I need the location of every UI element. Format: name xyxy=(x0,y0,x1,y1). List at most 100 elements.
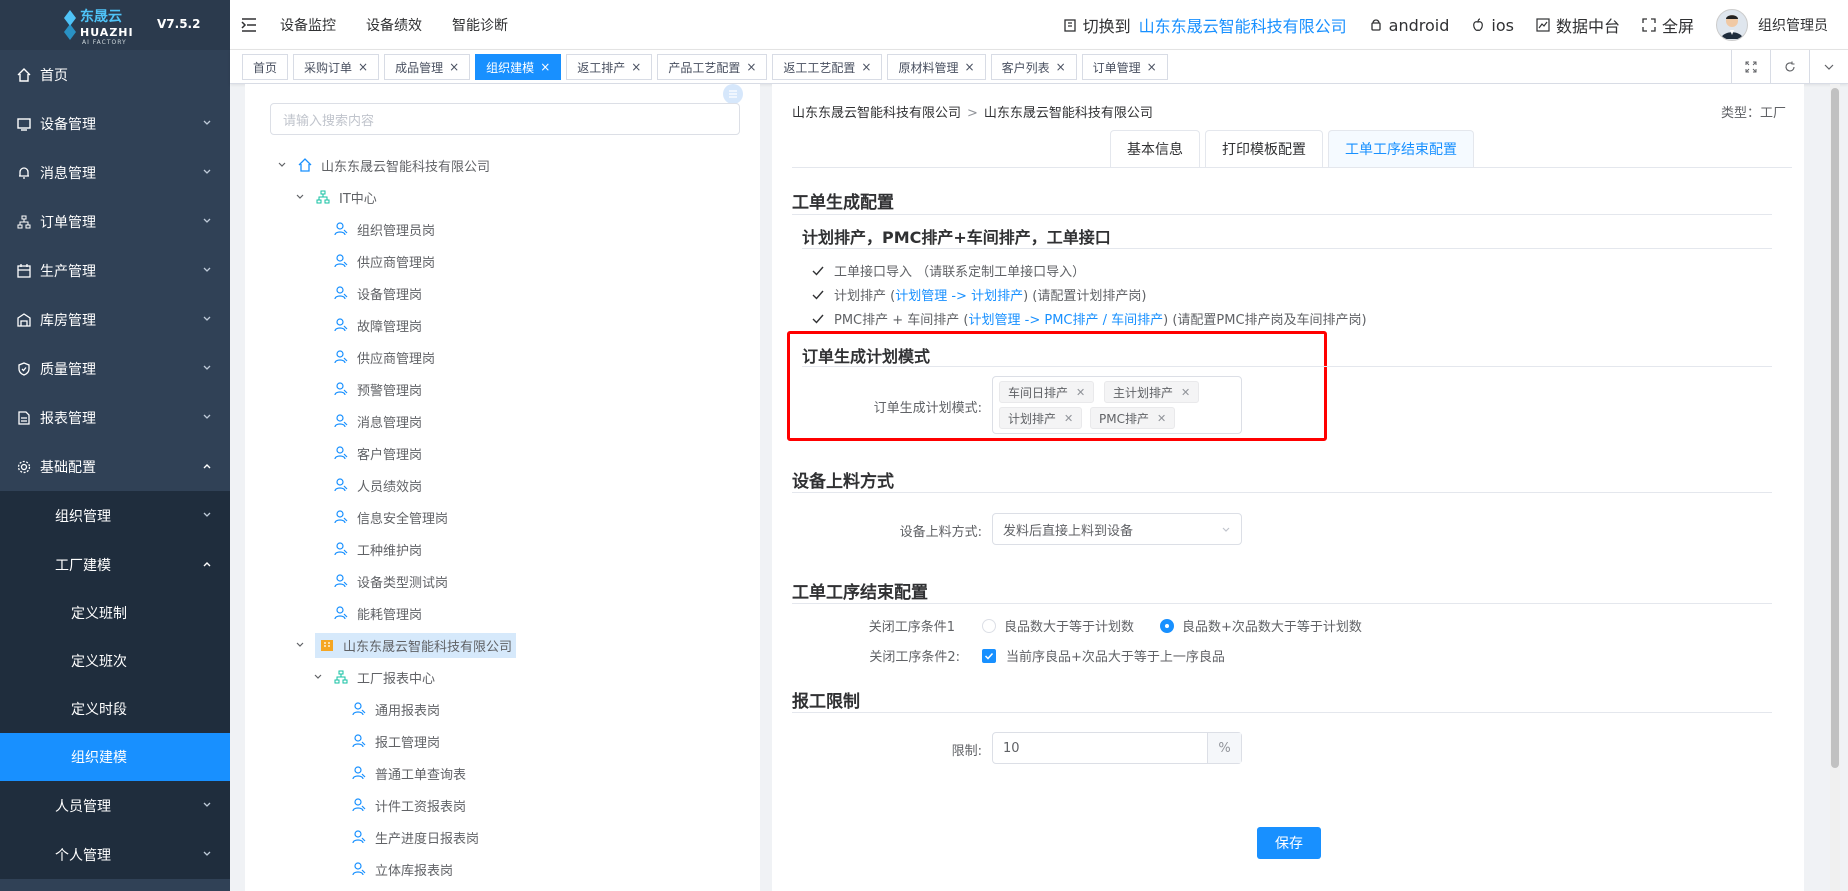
topnav-smart-diagnosis[interactable]: 智能诊断 xyxy=(452,15,508,35)
caret-down-icon[interactable] xyxy=(295,640,305,650)
tab-rework-schedule[interactable]: 返工排产 × xyxy=(566,54,653,80)
tab-more-button[interactable] xyxy=(1809,50,1848,84)
tree-node-position[interactable]: 客户管理岗 xyxy=(245,437,752,469)
scrollbar-thumb[interactable] xyxy=(1831,88,1839,768)
tree-node-position[interactable]: 设备类型测试岗 xyxy=(245,565,752,597)
close-icon[interactable]: ✕ xyxy=(1157,412,1166,425)
breadcrumb-item[interactable]: 山东东晟云智能科技有限公司 xyxy=(792,106,961,121)
sidebar-item-home[interactable]: 首页 xyxy=(0,50,230,99)
plan-mode-multiselect[interactable]: 车间日排产 ✕ 主计划排产 ✕ 计划排产 ✕ PMC排产 ✕ xyxy=(992,376,1242,434)
tree-node-report-center[interactable]: 工厂报表中心 xyxy=(245,661,752,693)
current-company[interactable]: 山东东晟云智能科技有限公司 xyxy=(1139,13,1347,37)
close-icon[interactable]: × xyxy=(358,60,368,74)
tab-home[interactable]: 首页 xyxy=(242,54,289,80)
sidebar-item-people[interactable]: 人员管理 xyxy=(0,781,230,830)
sidebar-item-shift-system[interactable]: 定义班制 xyxy=(0,589,230,637)
tree-node-position[interactable]: 消息管理岗 xyxy=(245,405,752,437)
android-link[interactable]: android xyxy=(1369,16,1449,35)
save-button[interactable]: 保存 xyxy=(1257,827,1321,859)
sidebar-item-factory-modeling[interactable]: 工厂建模 xyxy=(0,540,230,589)
plan-schedule-link[interactable]: 计划管理 -> 计划排产 xyxy=(895,285,1023,304)
radio-good-defect-ge-plan[interactable]: 良品数+次品数大于等于计划数 xyxy=(1160,616,1362,635)
tree-search-input[interactable]: 请输入搜索内容 xyxy=(270,103,740,135)
ios-link[interactable]: ios xyxy=(1471,16,1514,35)
caret-down-icon[interactable] xyxy=(295,192,305,202)
tree-node-position[interactable]: 普通工单查询表 xyxy=(245,757,752,789)
checkbox[interactable] xyxy=(982,648,996,663)
tab-purchase-order[interactable]: 采购订单 × xyxy=(293,54,380,80)
close-icon[interactable]: × xyxy=(1147,60,1157,74)
sidebar-item-warehouse[interactable]: 库房管理 xyxy=(0,295,230,344)
sidebar-item-time-period[interactable]: 定义时段 xyxy=(0,685,230,733)
tree-node-position[interactable]: 生产进度日报表岗 xyxy=(245,821,752,853)
radio-good-ge-plan[interactable]: 良品数大于等于计划数 xyxy=(982,616,1134,635)
close-icon[interactable]: ✕ xyxy=(1181,386,1190,399)
sidebar-item-report[interactable]: 报表管理 xyxy=(0,393,230,442)
sidebar-item-device[interactable]: 设备管理 xyxy=(0,99,230,148)
radio-button[interactable] xyxy=(1160,618,1174,633)
checkbox-prev-step[interactable]: 当前序良品+次品大于等于上一序良品 xyxy=(982,646,1225,665)
pmc-schedule-link[interactable]: 计划管理 -> PMC排产 / 车间排产 xyxy=(969,309,1164,328)
limit-input[interactable]: 10 % xyxy=(992,732,1242,764)
tree-node-position[interactable]: 预警管理岗 xyxy=(245,373,752,405)
topnav-device-monitor[interactable]: 设备监控 xyxy=(280,15,336,35)
radio-button[interactable] xyxy=(982,618,996,633)
menu-fold-icon[interactable] xyxy=(240,16,258,34)
username[interactable]: 组织管理员 xyxy=(1758,15,1828,35)
close-icon[interactable]: × xyxy=(746,60,756,74)
topnav-device-performance[interactable]: 设备绩效 xyxy=(366,15,422,35)
tab-rework-process[interactable]: 返工工艺配置 × xyxy=(772,54,883,80)
close-icon[interactable]: × xyxy=(965,60,975,74)
tree-node-position[interactable]: 信息安全管理岗 xyxy=(245,501,752,533)
tree-node-position[interactable]: 人员绩效岗 xyxy=(245,469,752,501)
sidebar-item-basic-config[interactable]: 基础配置 xyxy=(0,442,230,491)
sidebar-item-order[interactable]: 订单管理 xyxy=(0,197,230,246)
caret-down-icon[interactable] xyxy=(313,672,323,682)
close-icon[interactable]: × xyxy=(861,60,871,74)
tree-node-factory[interactable]: 山东东晟云智能科技有限公司 xyxy=(245,629,752,661)
tree-node-position[interactable]: 供应商管理岗 xyxy=(245,245,752,277)
fullscreen-link[interactable]: 全屏 xyxy=(1642,13,1694,37)
sidebar-item-shift[interactable]: 定义班次 xyxy=(0,637,230,685)
breadcrumb-item[interactable]: 山东东晟云智能科技有限公司 xyxy=(984,106,1153,121)
tree-node-position[interactable]: 供应商管理岗 xyxy=(245,341,752,373)
tab-print-template[interactable]: 打印模板配置 xyxy=(1205,130,1323,167)
page-scrollbar[interactable] xyxy=(1830,84,1840,891)
sidebar-item-org-management[interactable]: 组织管理 xyxy=(0,491,230,540)
caret-down-icon[interactable] xyxy=(277,160,287,170)
tree-node-position[interactable]: 报工管理岗 xyxy=(245,725,752,757)
sidebar-item-message[interactable]: 消息管理 xyxy=(0,148,230,197)
tree-node-it-center[interactable]: IT中心 xyxy=(245,181,752,213)
tree-node-root[interactable]: 山东东晟云智能科技有限公司 xyxy=(245,149,752,181)
tab-product[interactable]: 成品管理 × xyxy=(384,54,471,80)
tree-node-position[interactable]: 故障管理岗 xyxy=(245,309,752,341)
sidebar-item-quality[interactable]: 质量管理 xyxy=(0,344,230,393)
sidebar-item-production[interactable]: 生产管理 xyxy=(0,246,230,295)
tab-org-modeling[interactable]: 组织建模 × xyxy=(475,54,562,80)
sidebar-item-personal[interactable]: 个人管理 xyxy=(0,830,230,879)
panel-toggle-button[interactable] xyxy=(723,84,743,104)
avatar[interactable] xyxy=(1716,9,1748,41)
close-icon[interactable]: × xyxy=(540,60,550,74)
close-icon[interactable]: ✕ xyxy=(1076,386,1085,399)
tree-node-position[interactable]: 组织管理员岗 xyxy=(245,213,752,245)
tab-fullscreen-button[interactable] xyxy=(1731,50,1770,84)
limit-value[interactable]: 10 xyxy=(993,733,1207,763)
tree-node-position[interactable]: 通用报表岗 xyxy=(245,693,752,725)
tab-customer-list[interactable]: 客户列表 × xyxy=(990,54,1077,80)
tree-node-position[interactable]: 工种维护岗 xyxy=(245,533,752,565)
close-icon[interactable]: × xyxy=(1056,60,1066,74)
data-center-link[interactable]: 数据中台 xyxy=(1536,13,1620,37)
tree-node-position[interactable]: 立体库报表岗 xyxy=(245,853,752,885)
tree-node-position[interactable]: 设备管理岗 xyxy=(245,277,752,309)
tab-order-management[interactable]: 订单管理 × xyxy=(1081,54,1168,80)
tree-node-position[interactable]: 能耗管理岗 xyxy=(245,597,752,629)
switch-company[interactable]: 切换到 山东东晟云智能科技有限公司 xyxy=(1063,13,1347,37)
feeding-select[interactable]: 发料后直接上料到设备 xyxy=(992,513,1242,545)
close-icon[interactable]: × xyxy=(631,60,641,74)
sidebar-item-org-modeling[interactable]: 组织建模 xyxy=(0,733,230,781)
tab-refresh-button[interactable] xyxy=(1770,50,1809,84)
close-icon[interactable]: ✕ xyxy=(1064,412,1073,425)
tab-product-process[interactable]: 产品工艺配置 × xyxy=(657,54,768,80)
tab-work-order-end[interactable]: 工单工序结束配置 xyxy=(1328,130,1474,167)
